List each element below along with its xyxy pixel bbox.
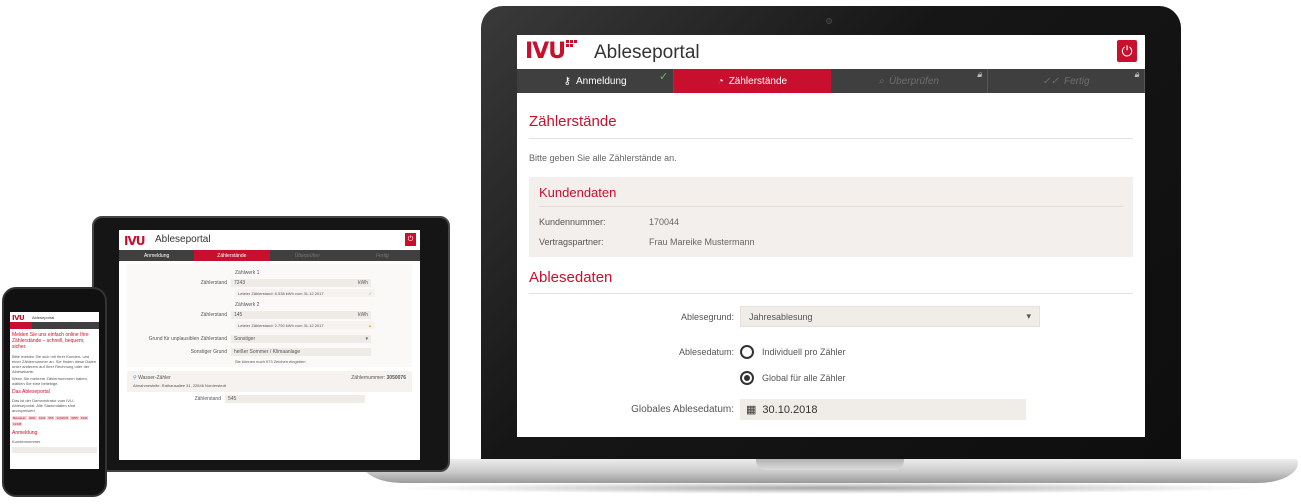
globales-datum-input[interactable]: ▦ 30.10.2018 — [740, 399, 1026, 420]
ablesedaten-heading: Ablesedaten — [529, 257, 1133, 294]
globales-datum-label: Globales Ablesedatum: — [631, 404, 734, 415]
ivu-logo: IVU — [525, 40, 578, 63]
gauge-icon: ◔ — [717, 75, 724, 87]
phone-kunden-label: Kundennummer — [12, 439, 41, 444]
phone-text-1: Bitte melden Sie sich mit Ihrer Kunden- … — [12, 354, 97, 374]
check-icon: ✓ — [659, 71, 669, 83]
key-icon: ⚷ — [563, 75, 571, 87]
power-icon: ⏻ — [1121, 43, 1133, 59]
ablesedatum-row: Ablesedatum: Individuell pro Zähler — [529, 345, 1133, 359]
ablesegrund-label: Ablesegrund: — [680, 311, 734, 322]
laptop-shadow — [392, 482, 1268, 494]
kundendaten-panel: Kundendaten Kundennummer: 170044 Vertrag… — [529, 177, 1133, 257]
radio-global[interactable]: Global für alle Zähler — [740, 371, 846, 385]
ablesegrund-select[interactable]: Jahresablesung ▾ — [740, 306, 1040, 327]
tablet-step-ueberpruefen: Überprüfen — [294, 252, 320, 259]
phone-step-bar — [10, 322, 99, 329]
zaehlwerk2-input[interactable]: 145 kWh — [231, 311, 371, 319]
tablet-zaehler-card: Zählwerk 1 Zählerstand 7243 kWh Letzter … — [127, 264, 412, 367]
phone-step-3 — [55, 322, 77, 329]
double-check-icon: ✓✓ — [1042, 75, 1059, 87]
tablet-step-anmeldung[interactable]: Anmeldung — [119, 250, 194, 261]
step-anmeldung[interactable]: ⚷ Anmeldung ✓ — [517, 69, 675, 93]
zaehlwerk1-hint: Letzter Zählerstand: 6.538 kWh vom 31.12… — [235, 289, 375, 297]
phone-screen: IVU Ableseportal Melden Sie uns einfach … — [10, 312, 99, 469]
tablet-step-fertig: Fertig — [375, 252, 389, 259]
tablet-step-bar: Anmeldung Zählerstände Überprüfen Fertig — [119, 250, 420, 261]
power-button[interactable]: ⏻ — [1117, 40, 1137, 62]
phone-app-title: Ableseportal — [32, 315, 55, 320]
kundennummer-row: Kundennummer: 170044 — [539, 217, 1123, 227]
chars-left: Sie können noch 973 Zeichen eingeben — [235, 359, 306, 364]
vertragspartner-value: Frau Mareike Mustermann — [649, 237, 755, 247]
magnifier-check-icon: ⌕ — [878, 75, 884, 87]
app-title: Ableseportal — [594, 42, 700, 63]
step-bar: ⚷ Anmeldung ✓ ◔ Zählerstände ⌕ Überprüfe… — [517, 69, 1145, 93]
page-heading: Zählerstände — [529, 93, 1133, 139]
phone-step-4 — [77, 322, 99, 329]
phone-text-3: Das ist der Demonstrator vom IVU-Ablesep… — [12, 398, 76, 413]
logo-dots-icon — [566, 40, 578, 50]
phone-kunden-input[interactable] — [12, 447, 97, 453]
vertragspartner-row: Vertragspartner: Frau Mareike Mustermann — [539, 237, 1123, 247]
phone-header: IVU Ableseportal — [10, 312, 99, 322]
kundennummer-label: Kundennummer: — [539, 217, 606, 227]
kundennummer-value: 170044 — [649, 217, 680, 227]
zaehlwerk1-input[interactable]: 7243 kWh — [231, 279, 371, 287]
tablet-body: Zählwerk 1 Zählerstand 7243 kWh Letzter … — [119, 261, 420, 406]
grund-select[interactable]: Sonstiger ▾ — [231, 335, 371, 343]
phone-login-heading: Anmeldung — [12, 430, 38, 436]
ablesedatum-label: Ablesedatum: — [678, 347, 734, 357]
phone-portal-heading: Das Ableseportal — [12, 389, 50, 395]
laptop-camera — [826, 18, 832, 24]
warning-icon: ▲ — [368, 322, 372, 328]
tablet-step-zaehlerstaende[interactable]: Zählerstände — [194, 250, 270, 261]
phone-step-1[interactable] — [10, 322, 33, 329]
tablet-power-button[interactable]: ⏻ — [405, 233, 416, 246]
step-fertig: ✓✓ Fertig 🔒︎ — [988, 69, 1145, 93]
ablesedatum-global-row: Global für alle Zähler — [529, 371, 1133, 385]
phone-welcome-message: Melden Sie uns einfach online Ihre Zähle… — [12, 332, 89, 350]
lock-icon: 🔒︎ — [976, 69, 982, 79]
zaehlwerk2-hint: Letzter Zählerstand: 2.790 kWh vom 31.12… — [235, 321, 375, 329]
ablesegrund-row: Ablesegrund: Jahresablesung ▾ — [529, 306, 1133, 327]
caret-down-icon: ▾ — [365, 336, 368, 342]
step-zaehlerstaende[interactable]: ◔ Zählerstände — [674, 69, 831, 93]
radio-individuell[interactable]: Individuell pro Zähler — [740, 345, 846, 359]
laptop-screen: IVU Ableseportal ⏻ ⚷ Anmeldung ✓ ◔ Zähle… — [517, 35, 1145, 437]
phone-ivu-logo: IVU — [12, 314, 25, 322]
step-ueberpruefen: ⌕ Überprüfen 🔒︎ — [831, 69, 988, 93]
intro-text: Bitte geben Sie alle Zählerstände an. — [529, 153, 677, 163]
calendar-icon: ▦ — [746, 404, 757, 416]
check-icon: ✓ — [368, 290, 372, 296]
phone-step-2 — [32, 322, 54, 329]
tablet-header: IVU Ableseportal ⏻ — [119, 230, 420, 250]
laptop-notch — [756, 459, 904, 470]
app-body: Zählerstände Bitte geben Sie alle Zähler… — [517, 93, 1145, 420]
globales-datum-row: Globales Ablesedatum: ▦ 30.10.2018 — [529, 399, 1133, 420]
tablet-app-title: Ableseportal — [155, 234, 211, 245]
sonstiger-grund-input[interactable]: heißer Sommer / Klimaanlage — [231, 348, 371, 356]
zaehlwerk2-title: Zählwerk 2 — [235, 302, 260, 308]
radio-selected-icon — [740, 371, 754, 385]
water-zaehlerstand-input[interactable]: 545 — [225, 395, 365, 403]
tablet-screen: IVU Ableseportal ⏻ Anmeldung Zählerständ… — [119, 230, 420, 460]
kundendaten-title: Kundendaten — [539, 185, 1123, 207]
phone-tags: Beispiele: 3001 1234 555 1234578 3055 54341234… — [12, 416, 89, 426]
radio-icon — [740, 345, 754, 359]
lock-icon: 🔒︎ — [1134, 69, 1139, 79]
faucet-icon: ⚲ — [133, 375, 137, 381]
tablet-ivu-logo: IVU — [124, 234, 145, 248]
water-meter-card: ⚲ Wasser-Zähler Zählernummer: 3050076 Ab… — [127, 371, 412, 392]
phone-text-2: Wenn Sie mehrere Zählernummern haben, wä… — [12, 376, 88, 386]
caret-down-icon: ▾ — [1026, 311, 1031, 321]
app-header: IVU Ableseportal ⏻ — [517, 35, 1145, 69]
zaehlwerk1-title: Zählwerk 1 — [235, 270, 260, 276]
vertragspartner-label: Vertragspartner: — [539, 237, 604, 247]
